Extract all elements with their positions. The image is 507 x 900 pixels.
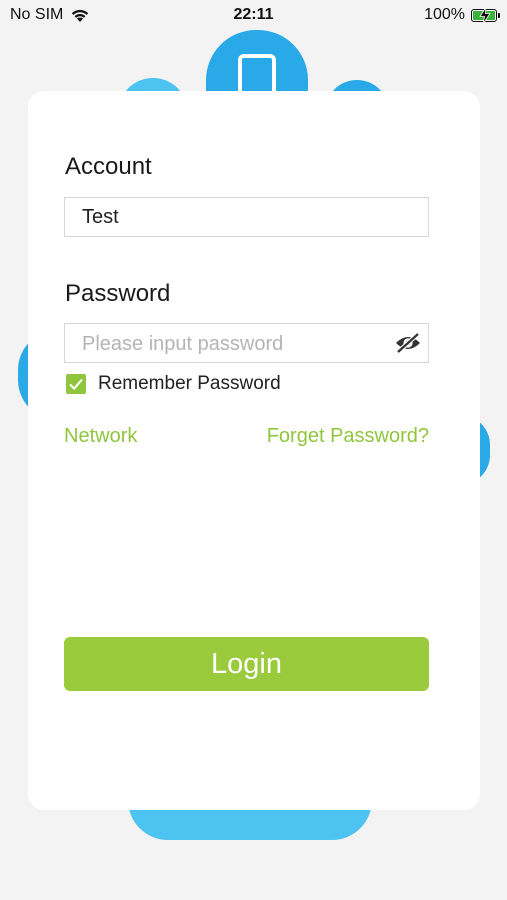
password-field[interactable]: Please input password	[64, 323, 429, 363]
battery-percent: 100%	[424, 6, 465, 23]
remember-checkbox[interactable]	[66, 374, 86, 394]
forget-password-link[interactable]: Forget Password?	[267, 425, 429, 448]
account-field[interactable]: Test	[64, 197, 429, 237]
battery-charging-icon	[471, 6, 500, 24]
status-bar: No SIM 22:11 100%	[0, 0, 507, 30]
battery-cap	[498, 12, 500, 18]
login-button[interactable]: Login	[64, 637, 429, 691]
password-placeholder: Please input password	[82, 333, 284, 355]
password-label: Password	[65, 280, 171, 307]
eye-slash-icon[interactable]	[394, 332, 422, 354]
remember-password-row[interactable]: Remember Password	[66, 373, 281, 395]
network-link[interactable]: Network	[64, 425, 137, 448]
charging-bolt-icon	[479, 6, 491, 24]
login-card: Account Test Password Please input passw…	[28, 91, 480, 810]
login-screen: No SIM 22:11 100% Account Test Password …	[0, 0, 507, 900]
status-right: 100%	[424, 6, 500, 24]
remember-label: Remember Password	[98, 373, 281, 394]
account-label: Account	[65, 153, 152, 180]
account-value: Test	[82, 206, 119, 228]
checkmark-icon	[69, 378, 83, 390]
